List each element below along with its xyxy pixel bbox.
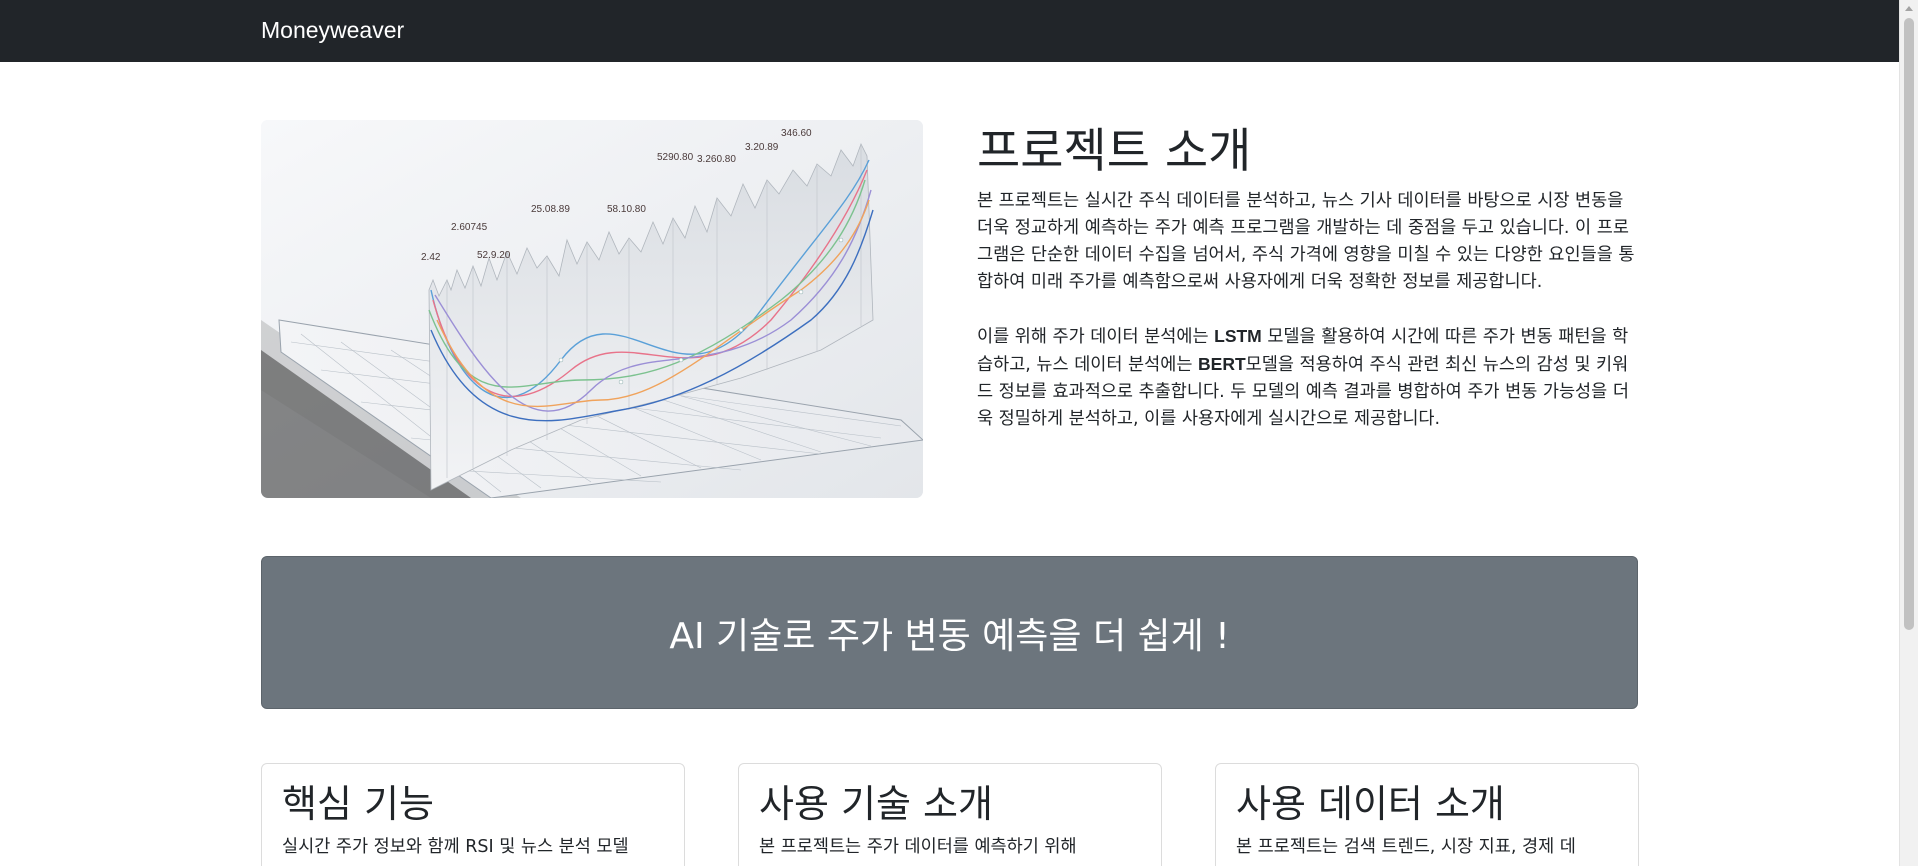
lstm-term: LSTM	[1214, 326, 1262, 346]
card-data: 사용 데이터 소개 본 프로젝트는 검색 트렌드, 시장 지표, 경제 데	[1215, 763, 1639, 866]
chart-label: 3.260.80	[697, 154, 736, 165]
chart-label: 346.60	[781, 128, 812, 139]
hero-stock-chart-image: 2.42 2.60745 52.9.20 25.08.89 58.10.80 5…	[261, 120, 923, 498]
card-core-features: 핵심 기능 실시간 주가 정보와 함께 RSI 및 뉴스 분석 모델	[261, 763, 685, 866]
card-text: 본 프로젝트는 검색 트렌드, 시장 지표, 경제 데	[1236, 837, 1576, 857]
chart-label: 52.9.20	[477, 250, 511, 261]
banner-text: AI 기술로 주가 변동 예측을 더 쉽게 !	[669, 615, 1230, 657]
card-text: 본 프로젝트는 주가 데이터를 예측하기 위해	[759, 837, 1077, 857]
intro-text: 본 프로젝트는 실시간 주식 데이터를 분석하고, 뉴스 기사 데이터를 바탕으…	[977, 188, 1640, 433]
card-title: 사용 데이터 소개	[1236, 782, 1505, 826]
scroll-up-arrow-icon[interactable]	[1905, 6, 1913, 11]
chart-label: 5290.80	[657, 152, 694, 163]
chart-label: 25.08.89	[531, 204, 570, 215]
chart-label: 2.60745	[451, 222, 488, 233]
card-title: 핵심 기능	[282, 782, 434, 826]
intro-text-segment: 이를 위해 주가 데이터 분석에는	[977, 327, 1215, 347]
card-technology: 사용 기술 소개 본 프로젝트는 주가 데이터를 예측하기 위해	[738, 763, 1162, 866]
intro-title: 프로젝트 소개	[977, 124, 1252, 179]
intro-paragraph-2: 이를 위해 주가 데이터 분석에는 LSTM 모델을 활용하여 시간에 따른 주…	[977, 323, 1640, 433]
card-title: 사용 기술 소개	[759, 782, 993, 826]
bert-term: BERT	[1198, 354, 1246, 374]
chart-label: 58.10.80	[607, 204, 646, 215]
banner: AI 기술로 주가 변동 예측을 더 쉽게 !	[261, 556, 1638, 709]
chart-label: 3.20.89	[745, 142, 779, 153]
page-scrollbar[interactable]	[1899, 0, 1918, 866]
intro-paragraph-1: 본 프로젝트는 실시간 주식 데이터를 분석하고, 뉴스 기사 데이터를 바탕으…	[977, 191, 1635, 292]
top-navbar: Moneyweaver	[0, 0, 1899, 62]
scroll-thumb[interactable]	[1904, 18, 1914, 630]
brand-link[interactable]: Moneyweaver	[261, 17, 404, 44]
chart-label: 2.42	[421, 252, 441, 263]
stock-chart-illustration: 2.42 2.60745 52.9.20 25.08.89 58.10.80 5…	[261, 120, 923, 498]
card-text: 실시간 주가 정보와 함께 RSI 및 뉴스 분석 모델	[282, 837, 629, 857]
